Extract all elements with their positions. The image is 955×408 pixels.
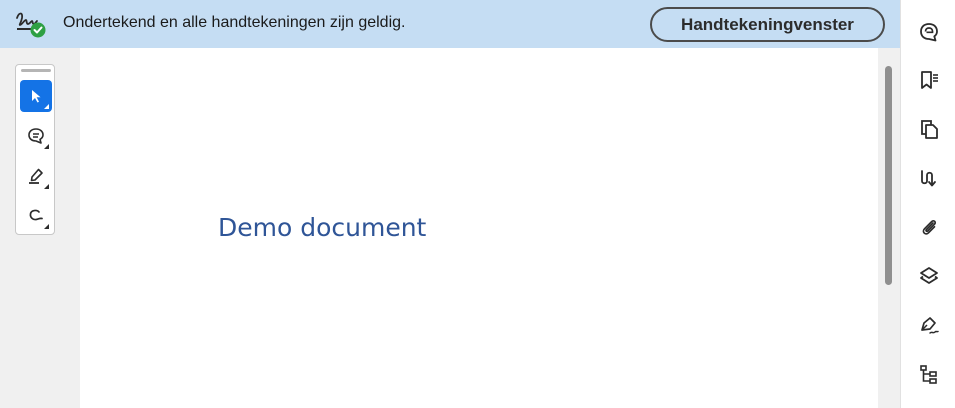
highlight-pen-icon xyxy=(27,167,45,185)
layers-button[interactable] xyxy=(913,260,945,292)
document-page[interactable]: Demo document xyxy=(80,48,878,408)
bookmarks-icon xyxy=(918,69,940,91)
scrollbar-thumb[interactable] xyxy=(885,66,892,285)
page-thumbnails-button[interactable] xyxy=(913,113,945,145)
signature-status-message: Ondertekend en alle handtekeningen zijn … xyxy=(63,14,406,31)
select-cursor-icon xyxy=(28,88,44,104)
signature-valid-icon xyxy=(14,8,50,40)
tool-menu-indicator xyxy=(44,224,49,229)
document-title: Demo document xyxy=(218,213,427,242)
toolbar-drag-handle[interactable] xyxy=(21,69,51,72)
signature-panel-button[interactable]: Handtekeningvenster xyxy=(650,7,885,42)
order-pages-icon xyxy=(918,167,940,189)
quick-tools-toolbar xyxy=(15,64,55,235)
layers-icon xyxy=(918,265,940,287)
page-thumbnails-icon xyxy=(918,118,940,140)
bookmarks-button[interactable] xyxy=(913,64,945,96)
tool-menu-indicator xyxy=(44,144,49,149)
comments-panel-button[interactable] xyxy=(913,16,945,48)
highlight-tool-button[interactable] xyxy=(20,160,52,192)
draw-tool-button[interactable] xyxy=(20,200,52,232)
comment-icon xyxy=(27,127,45,145)
freehand-draw-icon xyxy=(27,207,45,225)
attachments-icon xyxy=(918,216,940,238)
right-panel-rail xyxy=(900,0,955,408)
comment-tool-button[interactable] xyxy=(20,120,52,152)
signature-bar: Ondertekend en alle handtekeningen zijn … xyxy=(0,0,900,48)
tool-menu-indicator xyxy=(44,104,49,109)
comments-panel-icon xyxy=(918,21,940,43)
select-tool-button[interactable] xyxy=(20,80,52,112)
order-pages-button[interactable] xyxy=(913,162,945,194)
attachments-button[interactable] xyxy=(913,211,945,243)
tool-menu-indicator xyxy=(44,184,49,189)
content-tree-button[interactable] xyxy=(913,358,945,390)
fill-sign-button[interactable] xyxy=(913,309,945,341)
content-tree-icon xyxy=(918,363,940,385)
fill-sign-icon xyxy=(918,314,940,336)
